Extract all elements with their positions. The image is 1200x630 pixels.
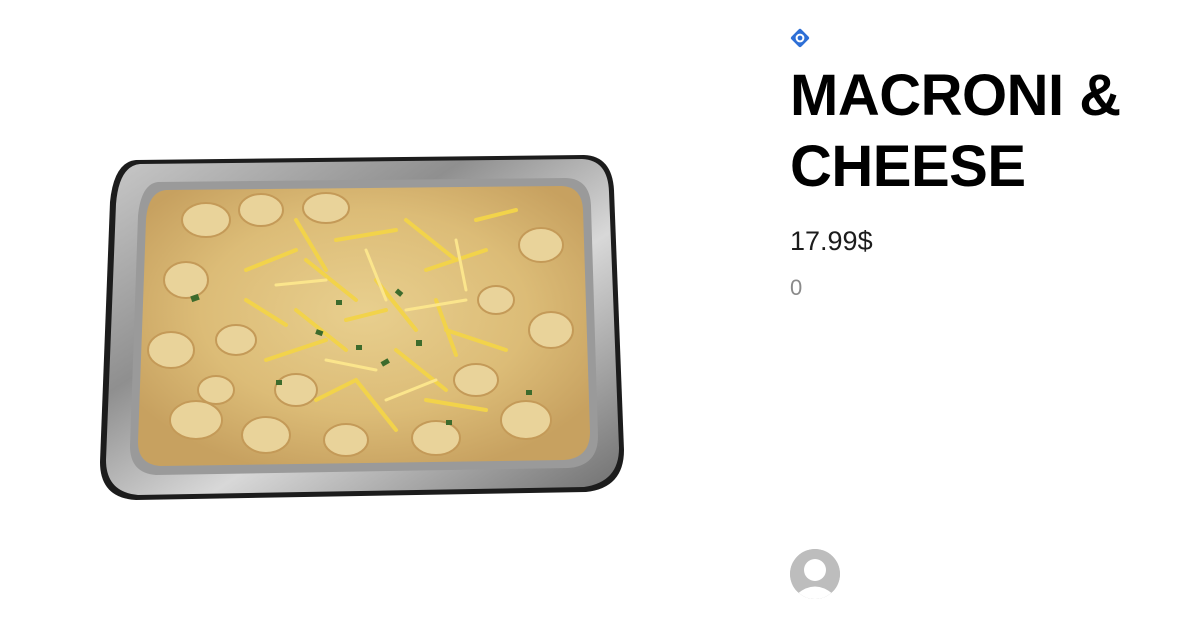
product-title: MACRONI & CHEESE [790, 63, 1121, 199]
user-silhouette-icon [790, 549, 840, 599]
product-count: 0 [790, 275, 803, 300]
diamond-pin-icon [790, 28, 810, 48]
avatar[interactable] [790, 549, 840, 599]
product-image-area [0, 0, 720, 630]
product-card: MACRONI & CHEESE 17.99$ 0 [0, 0, 1200, 630]
product-price: 17.99$ [790, 226, 873, 256]
product-info: MACRONI & CHEESE 17.99$ 0 [790, 0, 1190, 630]
product-image[interactable] [96, 150, 628, 502]
